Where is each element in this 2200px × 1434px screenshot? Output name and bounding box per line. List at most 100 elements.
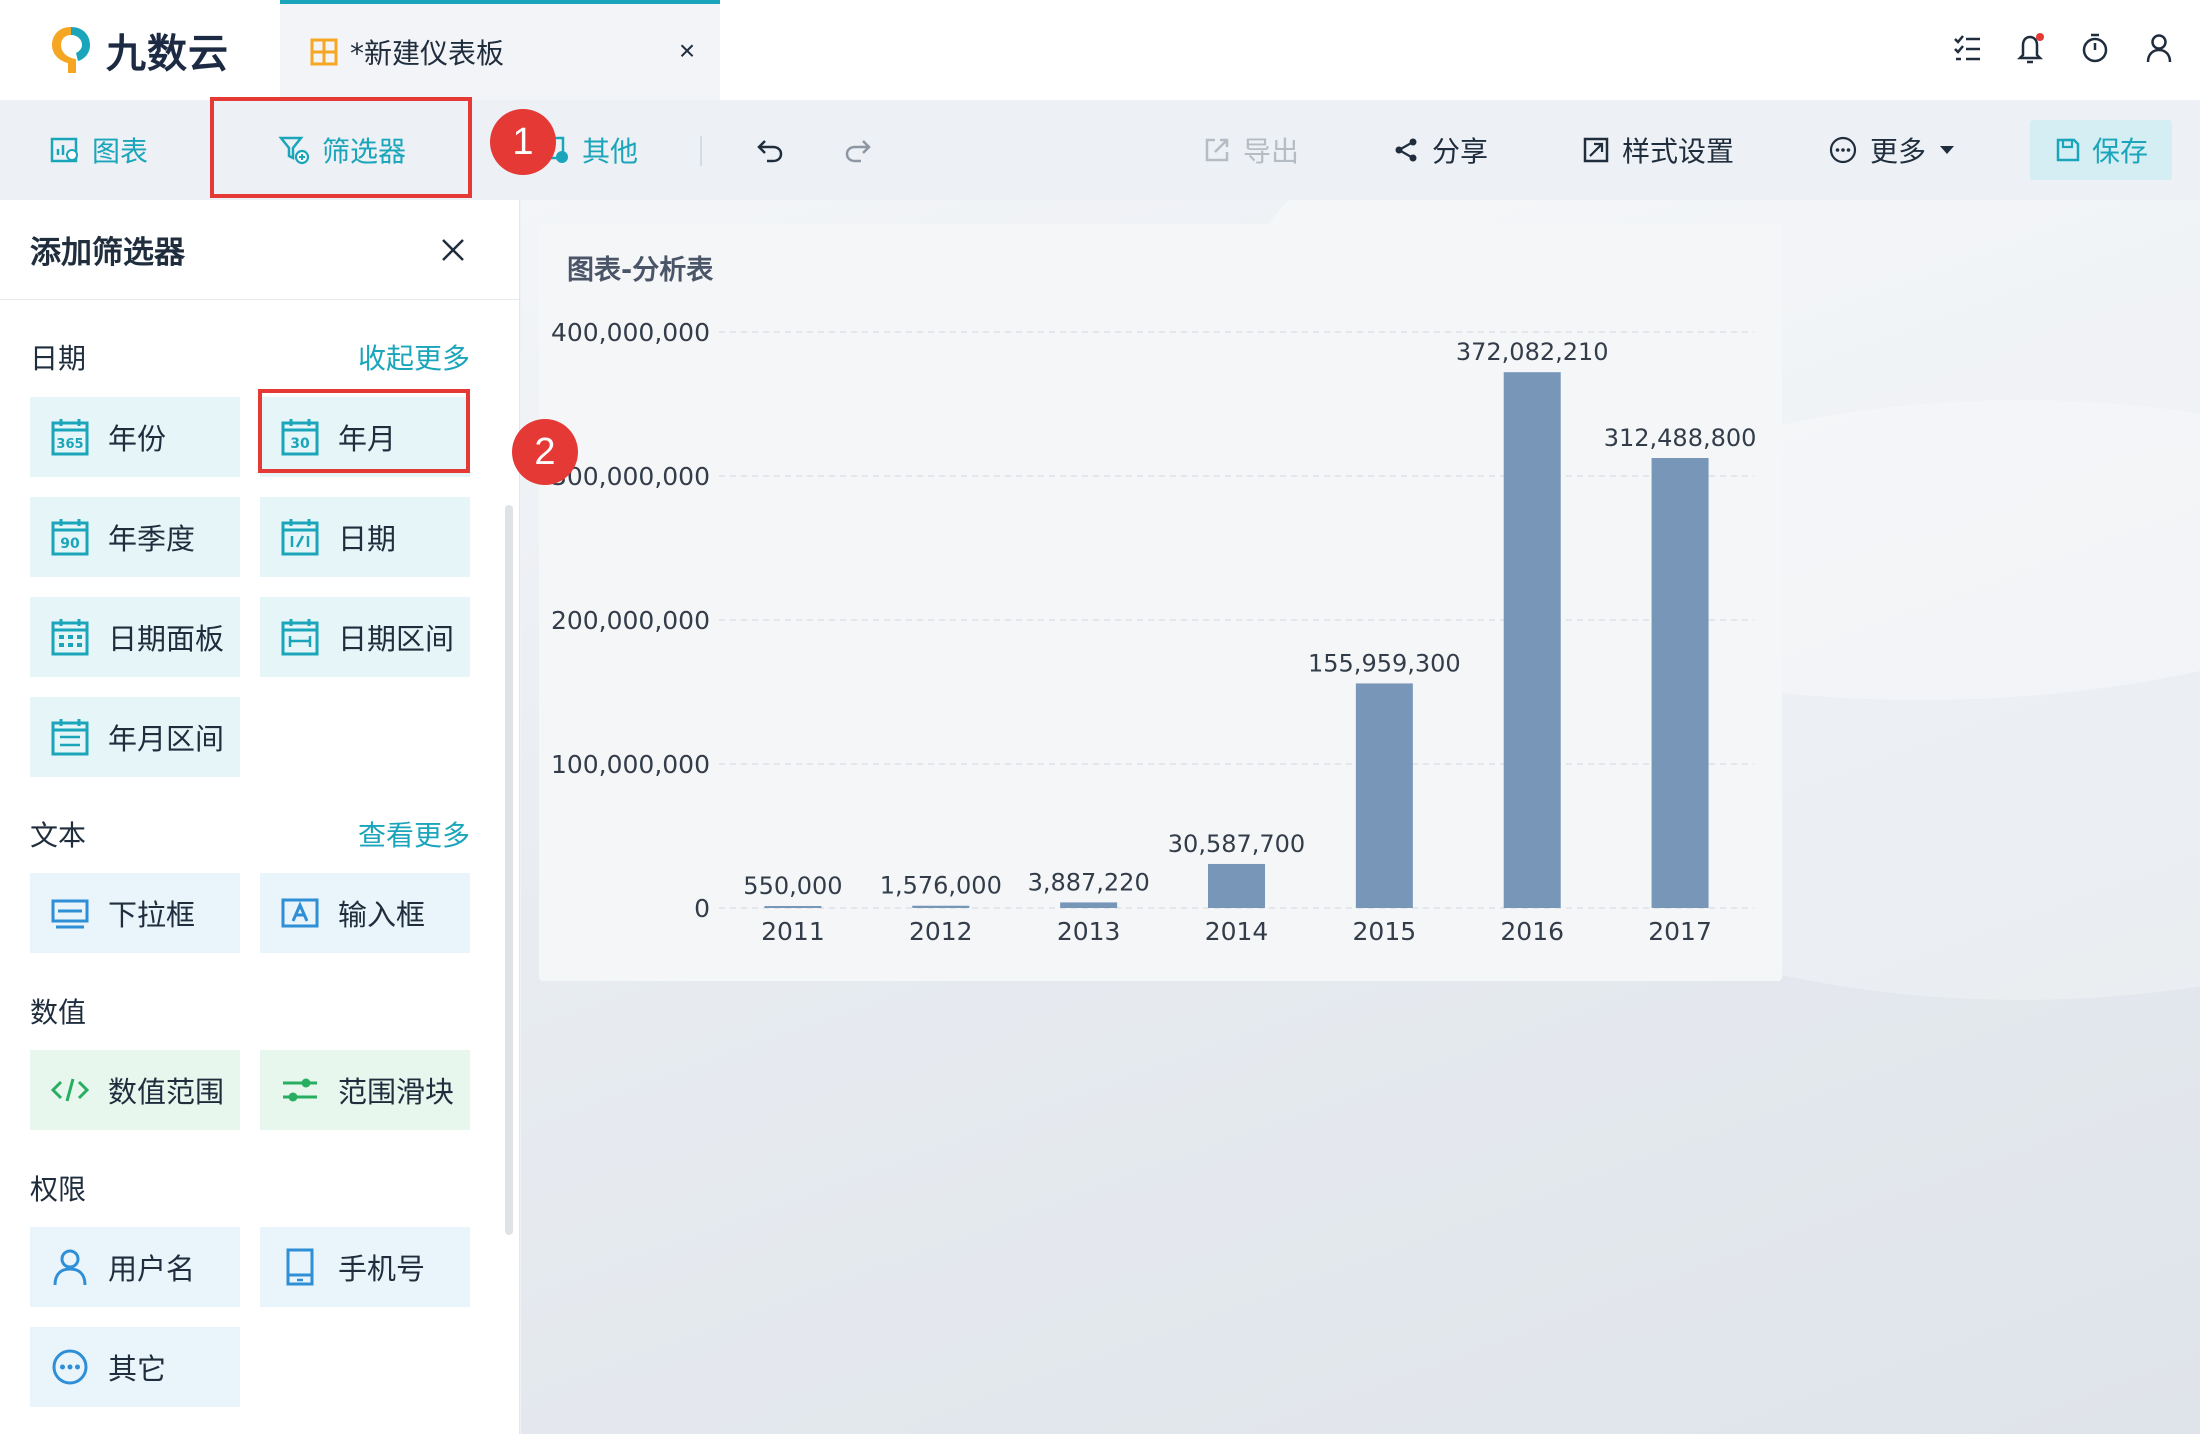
logo-text: 九数云 (106, 31, 229, 77)
bar (1208, 863, 1265, 908)
filter-range-slider[interactable]: 范围滑块 (260, 1050, 470, 1130)
filter-number-range[interactable]: 数值范围 (30, 1050, 240, 1130)
tab-close-icon[interactable]: × (672, 36, 702, 66)
step-badge-2: 2 (512, 419, 578, 485)
calendar-range-icon (281, 619, 319, 656)
bar (1355, 683, 1413, 908)
section-text-title: 文本 (30, 819, 87, 852)
chart-widget[interactable]: 图表-分析表 0 100,000,000 200,000,000 300,000,00… (539, 224, 1782, 981)
calendar-30-icon: 30 (281, 419, 319, 456)
filter-phone[interactable]: 手机号 (260, 1227, 470, 1307)
filter-date-range[interactable]: 日期区间 (260, 597, 470, 677)
y-tick-label: 300,000,000 (551, 462, 710, 491)
panel-header: 添加筛选器 (0, 200, 519, 300)
filter-year-label: 年份 (108, 422, 167, 456)
bar (764, 906, 822, 908)
data-label: 312,488,800 (1604, 424, 1757, 452)
filter-dropdown[interactable]: 下拉框 (30, 873, 240, 953)
section-text: 文本 查看更多 (30, 814, 470, 854)
filter-username[interactable]: 用户名 (30, 1227, 240, 1307)
export-button[interactable]: 导出 (1203, 100, 1299, 200)
filter-date[interactable]: 日期 (260, 497, 470, 577)
y-tick-label: 0 (694, 894, 710, 923)
svg-text:365: 365 (56, 437, 83, 452)
panel-scrollbar[interactable] (505, 505, 513, 1235)
section-permission-title: 权限 (30, 1173, 87, 1206)
dashboard-icon (310, 38, 338, 66)
filter-year-month-range-label: 年月区间 (108, 722, 225, 756)
data-label: 155,959,300 (1308, 649, 1461, 677)
add-filter-icon (278, 136, 310, 165)
x-tick-label: 2015 (1353, 917, 1417, 946)
share-button[interactable]: 分享 (1392, 100, 1488, 200)
x-tick-label: 2012 (909, 917, 973, 946)
slider-icon (283, 1078, 317, 1102)
bar (912, 905, 970, 908)
toolbar-chart-button[interactable]: 图表 (50, 100, 148, 200)
bar (1503, 372, 1561, 908)
share-icon (1395, 138, 1417, 162)
more-icon (1829, 136, 1857, 164)
export-icon (1205, 138, 1229, 162)
bar (1060, 902, 1118, 908)
save-button[interactable]: 保存 (2030, 120, 2172, 180)
section-permission: 权限 (30, 1168, 470, 1208)
filter-date-panel-label: 日期面板 (108, 622, 225, 656)
filter-date-panel[interactable]: 日期面板 (30, 597, 240, 677)
user-icon[interactable] (2142, 28, 2176, 68)
user-icon (53, 1249, 87, 1286)
filter-year-quarter[interactable]: 90 年季度 (30, 497, 240, 577)
phone-icon (286, 1248, 314, 1286)
top-icons (1950, 28, 2176, 68)
list-check-icon[interactable] (1950, 28, 1984, 68)
add-filter-panel: 添加筛选器 日期 收起更多 365 年份 30 年月 90 年季度 日期 日期面… (0, 200, 520, 1434)
section-number-title: 数值 (30, 996, 87, 1029)
undo-button[interactable] (755, 100, 785, 200)
data-label: 550,000 (743, 872, 842, 900)
panel-title: 添加筛选器 (30, 235, 185, 271)
more-label: 更多 (1870, 135, 1927, 168)
y-tick-label: 200,000,000 (551, 606, 710, 635)
filter-phone-label: 手机号 (338, 1252, 426, 1286)
app-logo[interactable]: 九数云 (48, 20, 229, 80)
style-icon (1583, 137, 1609, 163)
toolbar-filter-button[interactable]: 筛选器 (278, 100, 406, 200)
view-more-link[interactable]: 查看更多 (358, 814, 470, 854)
export-label: 导出 (1243, 135, 1300, 168)
redo-button[interactable] (843, 100, 873, 200)
step-badge-1: 1 (490, 109, 556, 175)
style-settings-button[interactable]: 样式设置 (1582, 100, 1734, 200)
filter-year[interactable]: 365 年份 (30, 397, 240, 477)
filter-other[interactable]: 其它 (30, 1327, 240, 1407)
collapse-more-link[interactable]: 收起更多 (358, 337, 470, 377)
bell-icon[interactable] (2014, 28, 2048, 68)
toolbar: 图表 筛选器 其他 导出 分享 样式设置 更多 保存 (0, 100, 2200, 200)
x-tick-label: 2013 (1057, 917, 1121, 946)
filter-other-label: 其它 (108, 1352, 167, 1386)
more-button[interactable]: 更多 (1828, 100, 1956, 200)
data-label: 372,082,210 (1456, 338, 1609, 366)
caret-down-icon (1940, 146, 1955, 154)
close-icon[interactable] (435, 232, 471, 268)
filter-date-label: 日期 (338, 522, 397, 556)
tab-dashboard[interactable]: *新建仪表板 × (280, 0, 720, 100)
calendar-365-icon: 365 (51, 419, 89, 456)
add-chart-icon (50, 137, 78, 163)
filter-year-month[interactable]: 30 年月 (260, 397, 470, 477)
more-dots-icon (52, 1349, 88, 1385)
calendar-90-icon: 90 (51, 519, 89, 556)
text-input-icon (281, 898, 319, 928)
filter-year-month-range[interactable]: 年月区间 (30, 697, 240, 777)
filter-input-box-label: 输入框 (338, 898, 426, 932)
filter-input-box[interactable]: 输入框 (260, 873, 470, 953)
toolbar-other-label: 其他 (582, 135, 639, 168)
filter-username-label: 用户名 (108, 1252, 196, 1286)
logo-icon (52, 27, 90, 73)
timer-icon[interactable] (2078, 28, 2112, 68)
calendar-grid-icon (51, 619, 89, 656)
calendar-month-range-icon (51, 719, 89, 756)
section-number: 数值 (30, 991, 470, 1031)
y-tick-label: 100,000,000 (551, 750, 710, 779)
section-date: 日期 收起更多 (30, 337, 470, 377)
save-label: 保存 (2091, 135, 2148, 168)
